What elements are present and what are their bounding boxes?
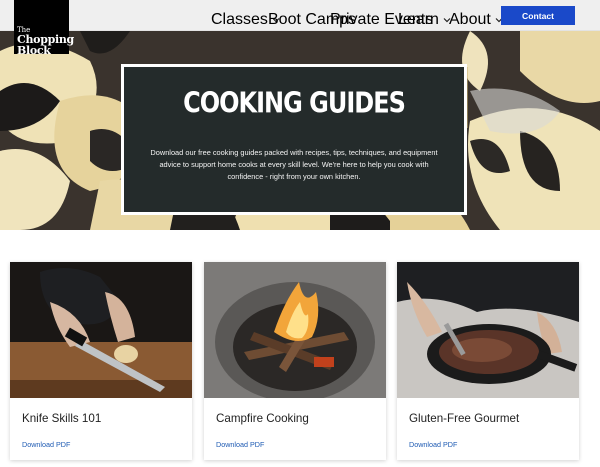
chopping-block-logo[interactable]: The Chopping Block <box>14 0 74 57</box>
card-title: Knife Skills 101 <box>22 412 102 425</box>
contact-button[interactable]: Contact <box>501 6 575 25</box>
hero-banner: COOKING GUIDES Download our free cooking… <box>0 31 600 230</box>
card-title: Gluten-Free Gourmet <box>409 412 520 425</box>
guide-card-gluten-free-gourmet[interactable]: Gluten-Free Gourmet Download PDF <box>397 262 579 460</box>
nav-about-label: About <box>449 11 491 28</box>
hero-description: Download our free cooking guides packed … <box>150 148 438 181</box>
guide-card-campfire-cooking[interactable]: Campfire Cooking Download PDF <box>204 262 386 460</box>
nav-learn[interactable]: Learn <box>398 11 451 29</box>
nav-learn-label: Learn <box>398 11 439 28</box>
guide-card-knife-skills[interactable]: Knife Skills 101 Download PDF <box>10 262 192 460</box>
download-pdf-link[interactable]: Download PDF <box>22 440 70 449</box>
gluten-free-gourmet-image <box>397 262 579 398</box>
logo-line-3: Block <box>17 44 51 57</box>
page-title: COOKING GUIDES <box>183 86 406 120</box>
page: Classes Boot Camps Private Events Learn … <box>0 0 600 467</box>
download-pdf-link[interactable]: Download PDF <box>409 440 457 449</box>
nav-about[interactable]: About <box>449 11 503 29</box>
download-pdf-link[interactable]: Download PDF <box>216 440 264 449</box>
campfire-cooking-image <box>204 262 386 398</box>
top-navigation-bar: Classes Boot Camps Private Events Learn … <box>0 0 600 31</box>
nav-classes-label: Classes <box>211 11 268 28</box>
knife-skills-image <box>10 262 192 398</box>
hero-text-panel: COOKING GUIDES Download our free cooking… <box>121 64 467 215</box>
card-title: Campfire Cooking <box>216 412 309 425</box>
